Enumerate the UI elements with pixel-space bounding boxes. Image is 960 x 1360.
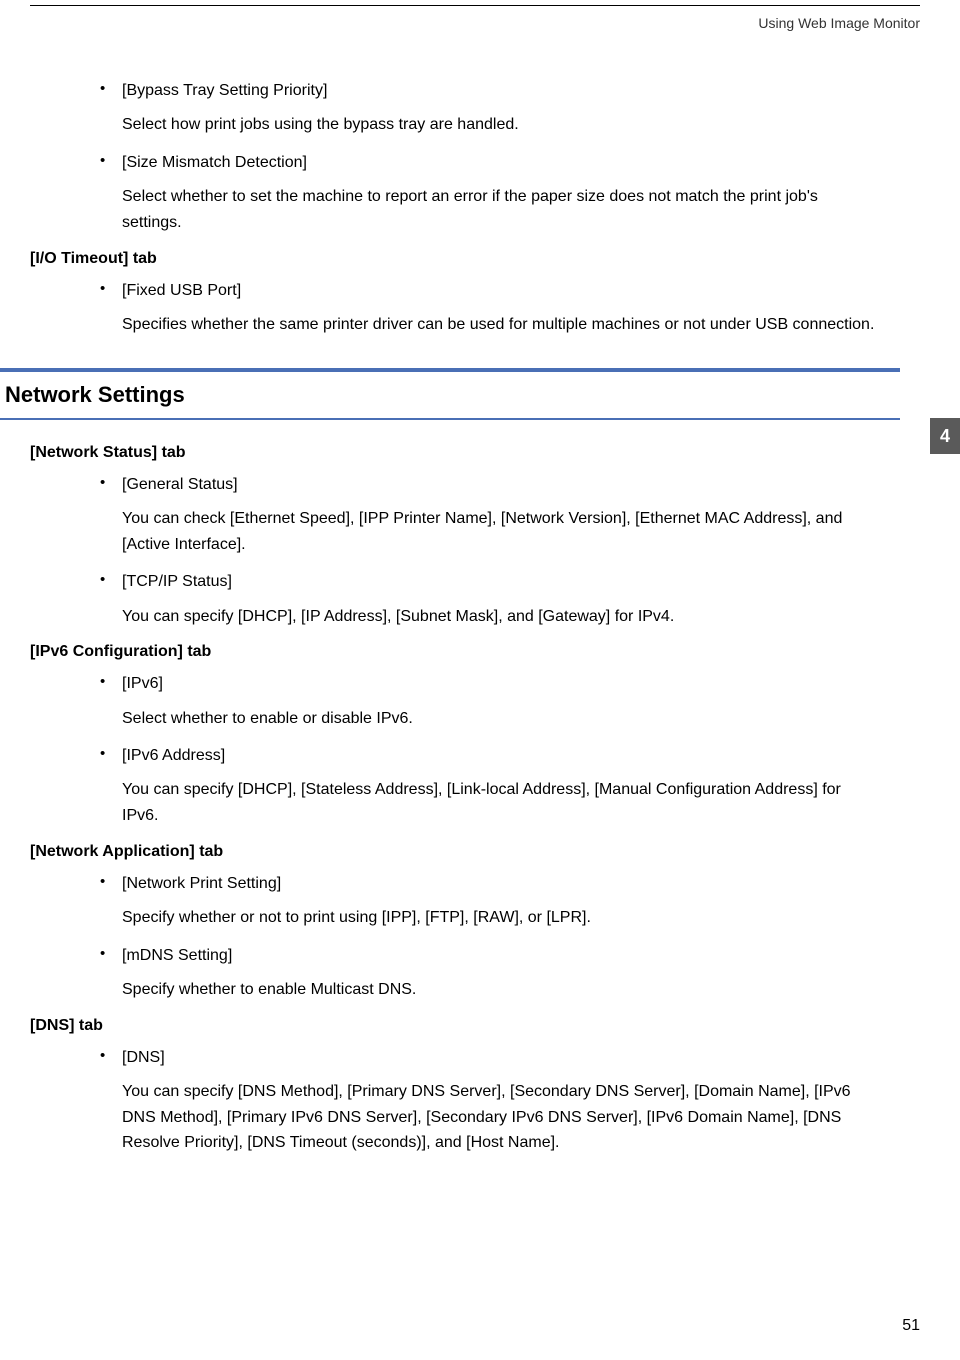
item-title: [Size Mismatch Detection]	[122, 152, 307, 174]
section-bottom-rule	[0, 418, 900, 420]
bullet-icon: •	[100, 280, 122, 302]
item-desc: Specify whether to enable Multicast DNS.	[122, 977, 880, 1003]
item-desc: Specify whether or not to print using [I…	[122, 905, 880, 931]
chapter-tab: 4	[930, 418, 960, 454]
item-title: [Fixed USB Port]	[122, 280, 241, 302]
bullet-icon: •	[100, 745, 122, 767]
page-number: 51	[902, 1317, 920, 1335]
bullet-icon: •	[100, 1047, 122, 1069]
item-desc: You can specify [DHCP], [IP Address], [S…	[122, 604, 880, 630]
section-heading: Network Settings	[0, 382, 920, 408]
bullet-icon: •	[100, 80, 122, 102]
item-desc: Select how print jobs using the bypass t…	[122, 112, 880, 138]
tab-heading-ipv6-config: [IPv6 Configuration] tab	[30, 643, 920, 661]
header-divider	[30, 5, 920, 6]
item-title: [IPv6]	[122, 673, 163, 695]
item-title: [Network Print Setting]	[122, 873, 281, 895]
section-network-settings: Network Settings	[0, 368, 920, 420]
section-top-rule	[0, 368, 900, 372]
tab-heading-network-status: [Network Status] tab	[30, 444, 920, 462]
item-title: [General Status]	[122, 474, 238, 496]
item-desc: Specifies whether the same printer drive…	[122, 312, 880, 338]
item-title: [DNS]	[122, 1047, 165, 1069]
page-content: • [Bypass Tray Setting Priority] Select …	[0, 80, 920, 1170]
item-desc: Select whether to enable or disable IPv6…	[122, 706, 880, 732]
item-title: [mDNS Setting]	[122, 945, 232, 967]
bullet-icon: •	[100, 945, 122, 967]
item-title: [Bypass Tray Setting Priority]	[122, 80, 327, 102]
bullet-icon: •	[100, 474, 122, 496]
item-desc: You can specify [DNS Method], [Primary D…	[122, 1079, 880, 1156]
item-desc: You can check [Ethernet Speed], [IPP Pri…	[122, 506, 880, 557]
item-title: [IPv6 Address]	[122, 745, 225, 767]
tab-heading-dns: [DNS] tab	[30, 1017, 920, 1035]
bullet-icon: •	[100, 152, 122, 174]
header-breadcrumb: Using Web Image Monitor	[758, 15, 920, 31]
tab-heading-network-app: [Network Application] tab	[30, 843, 920, 861]
bullet-icon: •	[100, 571, 122, 593]
item-desc: You can specify [DHCP], [Stateless Addre…	[122, 777, 880, 828]
bullet-icon: •	[100, 873, 122, 895]
item-title: [TCP/IP Status]	[122, 571, 232, 593]
item-desc: Select whether to set the machine to rep…	[122, 184, 880, 235]
tab-heading-io-timeout: [I/O Timeout] tab	[30, 250, 920, 268]
bullet-icon: •	[100, 673, 122, 695]
